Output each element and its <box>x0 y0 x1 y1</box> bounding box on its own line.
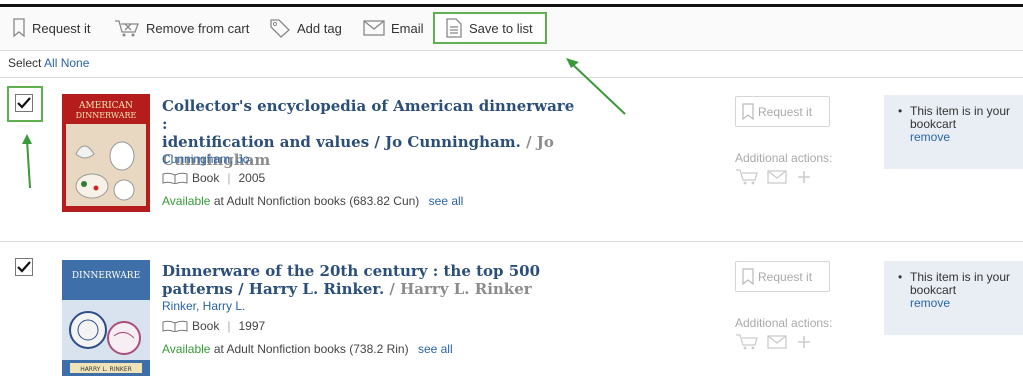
result-2-additional-actions <box>735 333 813 351</box>
svg-text:AMERICAN: AMERICAN <box>78 101 133 111</box>
bullet: • <box>898 270 903 284</box>
book-icon <box>162 172 188 184</box>
envelope-icon[interactable] <box>767 170 787 184</box>
bullet: • <box>898 104 903 118</box>
result-1-additional-actions <box>735 168 813 186</box>
result-2-cover[interactable]: DINNERWARE HARRY L. RINKER <box>62 260 150 376</box>
svg-text:HARRY L. RINKER: HARRY L. RINKER <box>80 366 132 373</box>
request-label: Request it <box>758 104 813 119</box>
bookmark-icon <box>742 267 754 285</box>
see-all-link[interactable]: see all <box>418 342 453 356</box>
annotation-arrow-checkbox <box>26 139 31 189</box>
annotation-arrowhead-toolbar <box>566 58 579 68</box>
availability-location: at Adult Nonfiction books (738.2 Rin) <box>213 342 409 356</box>
result-1-title-line: Collector's encyclopedia of American din… <box>162 97 575 133</box>
additional-actions-label: Additional actions: <box>735 151 833 165</box>
result-1-cover[interactable]: AMERICAN DINNERWARE <box>62 94 150 212</box>
plus-icon[interactable] <box>795 168 813 186</box>
bookcart-status-text: This item is in your bookcart <box>910 104 1011 131</box>
result-2-title-author: / Harry L. Rinker <box>389 280 532 298</box>
separator: | <box>227 319 231 333</box>
annotation-arrows <box>22 58 626 189</box>
result-1-author-link[interactable]: Cunningham, Jo. <box>162 152 253 166</box>
format-label: Book <box>192 171 220 185</box>
result-2-availability: Available at Adult Nonfiction books (738… <box>162 342 453 356</box>
svg-text:DINNERWARE: DINNERWARE <box>72 271 140 281</box>
result-1-title-line: identification and values / Jo Cunningha… <box>162 133 521 151</box>
result-1-availability: Available at Adult Nonfiction books (683… <box>162 194 463 208</box>
additional-actions-label: Additional actions: <box>735 316 833 330</box>
cart-icon[interactable] <box>735 333 759 351</box>
bookcart-remove-link[interactable]: remove <box>910 130 950 144</box>
bookcart-remove-link[interactable]: remove <box>910 296 950 310</box>
separator: | <box>227 171 231 185</box>
result-2-format: Book | 1997 <box>162 319 265 333</box>
year-label: 1997 <box>238 319 266 333</box>
format-label: Book <box>192 319 220 333</box>
result-2-bookcart-status: • This item is in your bookcart remove <box>884 261 1023 335</box>
result-1-bookcart-status: • This item is in your bookcart remove <box>884 95 1023 169</box>
availability-location: at Adult Nonfiction books (683.82 Cun) <box>213 194 420 208</box>
see-all-link[interactable]: see all <box>429 194 464 208</box>
result-1-format: Book | 2005 <box>162 171 265 185</box>
envelope-icon[interactable] <box>767 335 787 349</box>
svg-text:DINNERWARE: DINNERWARE <box>76 111 137 120</box>
result-2-title-line: patterns / Harry L. Rinker. <box>162 280 385 298</box>
availability-status: Available <box>162 342 211 356</box>
availability-status: Available <box>162 194 211 208</box>
result-2-checkbox[interactable] <box>15 258 33 276</box>
annotation-arrowhead-checkbox <box>22 134 32 144</box>
result-2-author-link[interactable]: Rinker, Harry L. <box>162 299 245 313</box>
bookcart-status-text: This item is in your bookcart <box>910 270 1011 297</box>
year-label: 2005 <box>238 171 266 185</box>
result-2-title-line: Dinnerware of the 20th century : the top… <box>162 262 541 280</box>
cart-icon[interactable] <box>735 168 759 186</box>
bookmark-icon <box>742 102 754 120</box>
result-1-checkbox[interactable] <box>15 94 33 112</box>
book-icon <box>162 320 188 332</box>
result-1-title-author: / Jo <box>526 133 554 151</box>
request-label: Request it <box>758 269 813 284</box>
result-1-request-button[interactable]: Request it <box>735 96 830 127</box>
result-divider <box>0 241 1023 242</box>
result-2-title[interactable]: Dinnerware of the 20th century : the top… <box>162 262 582 298</box>
result-2-request-button[interactable]: Request it <box>735 261 830 292</box>
plus-icon[interactable] <box>795 333 813 351</box>
